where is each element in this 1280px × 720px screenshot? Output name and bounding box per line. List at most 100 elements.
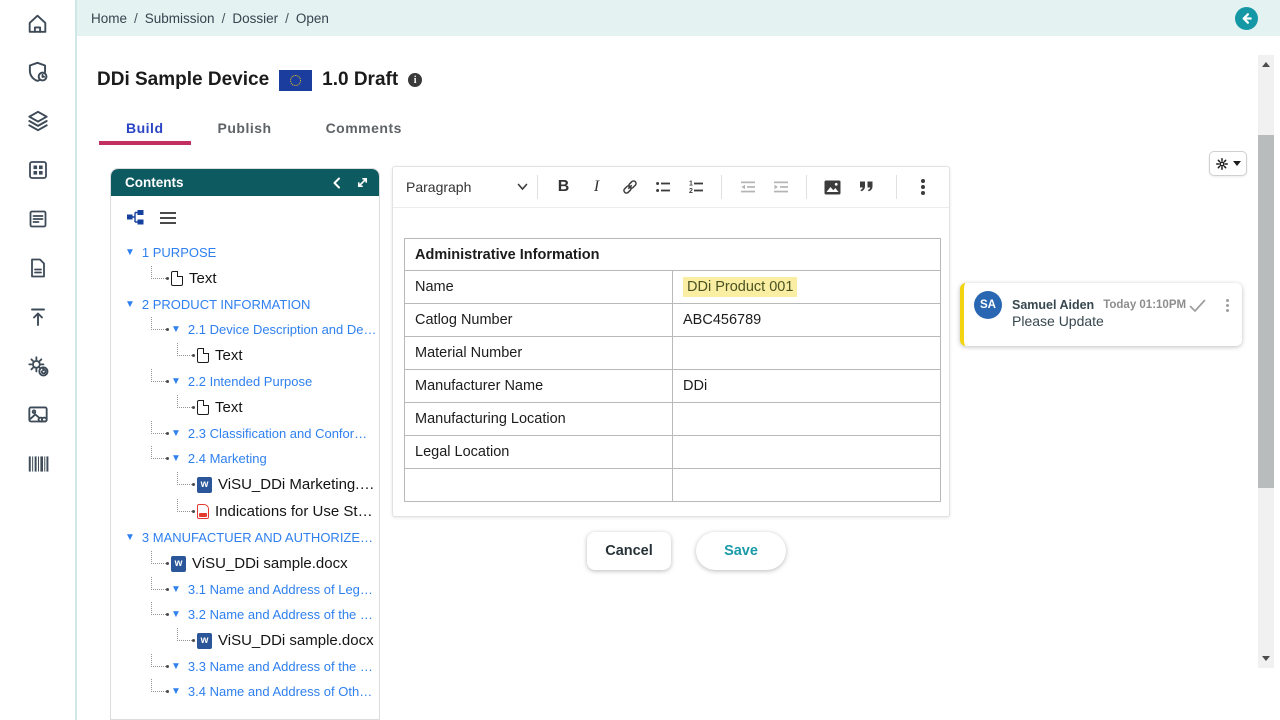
vertical-scrollbar[interactable] <box>1258 55 1274 668</box>
bulleted-list-button[interactable] <box>646 171 679 203</box>
expand-triangle-icon[interactable]: ▼ <box>125 299 135 310</box>
bulleted-list-icon <box>655 182 670 192</box>
expand-triangle-icon[interactable]: ▼ <box>171 686 181 697</box>
table-cell-value[interactable] <box>672 402 941 436</box>
table-header-cell[interactable]: Administrative Information <box>404 238 941 271</box>
breadcrumb-item-submission[interactable]: Submission <box>145 11 215 26</box>
toolbar-overflow-button[interactable] <box>906 171 939 203</box>
settings-dropdown-button[interactable] <box>1209 151 1247 176</box>
save-button[interactable]: Save <box>696 532 786 570</box>
tree-item[interactable]: ▼ 2 PRODUCT INFORMATION <box>111 292 377 317</box>
document-icon[interactable] <box>25 255 51 281</box>
tree-item[interactable]: ▼ 3.1 Name and Address of Legal Ma... <box>111 577 377 602</box>
tree-item-label: 3.1 Name and Address of Legal Ma... <box>187 582 377 597</box>
tree-item[interactable]: Text <box>111 394 377 421</box>
shield-status-icon[interactable] <box>25 59 51 85</box>
table-cell-label[interactable]: Legal Location <box>404 435 673 469</box>
tree-item[interactable]: w ViSU_DDi Marketing.docx <box>111 471 377 498</box>
upload-icon[interactable] <box>25 304 51 330</box>
tree-item[interactable]: ▼ 2.4 Marketing <box>111 446 377 471</box>
breadcrumb-item-home[interactable]: Home <box>91 11 127 26</box>
collapse-panel-button[interactable] <box>330 176 344 190</box>
table-cell-label[interactable]: Name <box>404 270 673 304</box>
tree-item[interactable]: Indications for Use State... <box>111 498 377 525</box>
back-button[interactable] <box>1235 7 1258 30</box>
link-button[interactable] <box>613 171 646 203</box>
article-list-icon[interactable] <box>25 206 51 232</box>
tree-item[interactable]: Text <box>111 342 377 369</box>
expand-triangle-icon[interactable]: ▼ <box>171 324 181 335</box>
resolve-comment-button[interactable] <box>1188 298 1207 313</box>
comment-card[interactable]: SA Samuel Aiden Today 01:10PM Please Upd… <box>960 283 1242 346</box>
scroll-up-arrow[interactable] <box>1262 62 1270 67</box>
insert-image-button[interactable] <box>816 171 849 203</box>
tree-item[interactable]: ▼ 2.2 Intended Purpose <box>111 369 377 394</box>
tree-item[interactable]: ▼ 3.3 Name and Address of the UK Re.. <box>111 654 377 679</box>
blockquote-button[interactable] <box>849 171 882 203</box>
tab-publish[interactable]: Publish <box>191 112 299 144</box>
table-cell-label[interactable] <box>404 468 673 502</box>
table-cell-value[interactable]: DDi <box>672 369 941 403</box>
tab-build[interactable]: Build <box>99 112 191 145</box>
expand-triangle-icon[interactable]: ▼ <box>125 247 135 258</box>
dashboard-grid-icon[interactable] <box>25 157 51 183</box>
quote-icon <box>859 181 872 192</box>
indent-button[interactable] <box>764 171 797 203</box>
tree-item-label: 3 MANUFACTUER AND AUTHORIZED RE... <box>141 530 377 545</box>
tree-item[interactable]: ▼ 2.1 Device Description and Details <box>111 317 377 342</box>
editor-content[interactable]: Administrative Information Name DDi Produ… <box>393 208 949 502</box>
breadcrumb-separator: / <box>134 10 138 26</box>
tree-item[interactable]: w ViSU_DDi sample.docx <box>111 627 377 654</box>
tab-comments[interactable]: Comments <box>299 112 429 144</box>
expand-triangle-icon[interactable]: ▼ <box>171 661 181 672</box>
table-cell-label[interactable]: Catlog Number <box>404 303 673 337</box>
home-icon[interactable] <box>25 10 51 36</box>
table-cell-label[interactable]: Material Number <box>404 336 673 370</box>
numbered-list-button[interactable]: 12 <box>679 171 712 203</box>
layers-icon[interactable] <box>25 108 51 134</box>
indent-icon <box>773 181 788 193</box>
table-cell-value[interactable] <box>672 468 941 502</box>
bold-button[interactable]: B <box>547 171 580 203</box>
table-row <box>404 468 941 502</box>
gear-icon <box>1216 157 1228 170</box>
table-cell-value[interactable]: ABC456789 <box>672 303 941 337</box>
outdent-button[interactable] <box>731 171 764 203</box>
tree-item-label: 3.4 Name and Address of Other Fac... <box>187 684 377 699</box>
italic-button[interactable]: I <box>580 171 613 203</box>
table-cell-label[interactable]: Manufacturer Name <box>404 369 673 403</box>
tree-item[interactable]: ▼ 3.4 Name and Address of Other Fac... <box>111 679 377 704</box>
breadcrumb-item-open[interactable]: Open <box>296 11 329 26</box>
table-cell-value[interactable]: DDi Product 001 <box>672 270 941 304</box>
tree-item[interactable]: ▼ 3.2 Name and Address of the Europ... <box>111 602 377 627</box>
linked-card-icon[interactable] <box>25 402 51 428</box>
barcode-icon[interactable] <box>25 451 51 477</box>
cancel-button[interactable]: Cancel <box>587 532 671 570</box>
tree-item[interactable]: ▼ 1 PURPOSE <box>111 240 377 265</box>
tree-item[interactable]: Text <box>111 265 377 292</box>
expand-triangle-icon[interactable]: ▼ <box>171 428 181 439</box>
info-icon[interactable]: i <box>408 73 423 87</box>
settings-sync-icon[interactable] <box>25 353 51 379</box>
scrollbar-thumb[interactable] <box>1258 135 1274 488</box>
comment-menu-button[interactable] <box>1222 297 1232 313</box>
expand-triangle-icon[interactable]: ▼ <box>171 376 181 387</box>
expand-triangle-icon[interactable]: ▼ <box>171 584 181 595</box>
table-cell-value[interactable] <box>672 435 941 469</box>
tree-item[interactable]: w ViSU_DDi sample.docx <box>111 550 377 577</box>
tree-item[interactable]: ▼ 2.3 Classification and Conformity A... <box>111 421 377 446</box>
scroll-down-arrow[interactable] <box>1262 656 1270 661</box>
expand-triangle-icon[interactable]: ▼ <box>171 609 181 620</box>
expand-triangle-icon[interactable]: ▼ <box>125 532 135 543</box>
list-view-icon[interactable] <box>160 211 176 224</box>
expand-triangle-icon[interactable]: ▼ <box>171 453 181 464</box>
table-cell-value[interactable] <box>672 336 941 370</box>
tree-view-icon[interactable] <box>126 209 145 226</box>
word-file-icon: w <box>197 476 212 493</box>
table-cell-label[interactable]: Manufacturing Location <box>404 402 673 436</box>
paragraph-style-dropdown[interactable]: Paragraph <box>406 179 528 195</box>
expand-panel-button[interactable] <box>356 176 369 189</box>
version-status: 1.0 Draft <box>322 69 399 90</box>
tree-item[interactable]: ▼ 3 MANUFACTUER AND AUTHORIZED RE... <box>111 525 377 550</box>
breadcrumb-item-dossier[interactable]: Dossier <box>232 11 278 26</box>
